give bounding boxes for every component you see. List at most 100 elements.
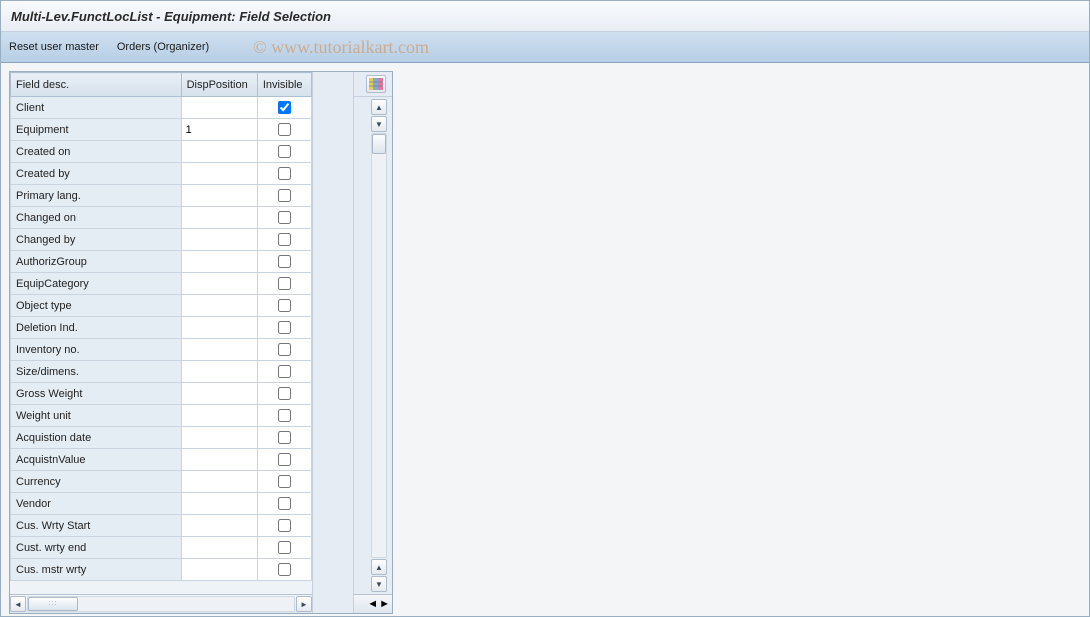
field-desc-cell[interactable]: AcquistnValue <box>11 449 182 471</box>
invisible-checkbox[interactable] <box>278 519 291 532</box>
table-row[interactable]: Currency <box>11 471 312 493</box>
invisible-checkbox[interactable] <box>278 233 291 246</box>
disp-position-input[interactable] <box>182 405 257 426</box>
col-field-desc[interactable]: Field desc. <box>11 73 182 97</box>
invisible-checkbox[interactable] <box>278 387 291 400</box>
disp-position-input[interactable] <box>182 163 257 184</box>
table-row[interactable]: Cus. mstr wrty <box>11 559 312 581</box>
invisible-checkbox[interactable] <box>278 189 291 202</box>
table-row[interactable]: Created by <box>11 163 312 185</box>
disp-position-input[interactable] <box>182 427 257 448</box>
invisible-checkbox[interactable] <box>278 277 291 290</box>
disp-position-input[interactable] <box>182 251 257 272</box>
scroll-right-alt-icon[interactable]: ► <box>379 598 390 610</box>
col-invisible[interactable]: Invisible <box>257 73 311 97</box>
scroll-left-icon[interactable]: ◄ <box>10 596 26 612</box>
col-disp-position[interactable]: DispPosition <box>181 73 257 97</box>
table-row[interactable]: Created on <box>11 141 312 163</box>
field-desc-cell[interactable]: Changed by <box>11 229 182 251</box>
field-desc-cell[interactable]: Equipment <box>11 119 182 141</box>
disp-position-input[interactable] <box>182 383 257 404</box>
disp-position-input[interactable] <box>182 229 257 250</box>
field-desc-cell[interactable]: Cust. wrty end <box>11 537 182 559</box>
table-row[interactable]: Inventory no. <box>11 339 312 361</box>
invisible-checkbox[interactable] <box>278 475 291 488</box>
disp-position-input[interactable] <box>182 471 257 492</box>
field-desc-cell[interactable]: Inventory no. <box>11 339 182 361</box>
v-scroll-thumb[interactable] <box>372 134 386 154</box>
disp-position-input[interactable] <box>182 317 257 338</box>
field-desc-cell[interactable]: Primary lang. <box>11 185 182 207</box>
invisible-checkbox[interactable] <box>278 431 291 444</box>
field-desc-cell[interactable]: Object type <box>11 295 182 317</box>
disp-position-input[interactable] <box>182 339 257 360</box>
disp-position-input[interactable] <box>182 493 257 514</box>
disp-position-input[interactable] <box>182 119 257 140</box>
invisible-checkbox[interactable] <box>278 365 291 378</box>
disp-position-input[interactable] <box>182 559 257 580</box>
v-scroll-track[interactable] <box>371 133 387 558</box>
field-desc-cell[interactable]: Currency <box>11 471 182 493</box>
table-row[interactable]: Cust. wrty end <box>11 537 312 559</box>
table-row[interactable]: Gross Weight <box>11 383 312 405</box>
table-row[interactable]: Primary lang. <box>11 185 312 207</box>
invisible-checkbox[interactable] <box>278 101 291 114</box>
field-desc-cell[interactable]: Deletion Ind. <box>11 317 182 339</box>
disp-position-input[interactable] <box>182 449 257 470</box>
invisible-checkbox[interactable] <box>278 497 291 510</box>
field-desc-cell[interactable]: Weight unit <box>11 405 182 427</box>
table-row[interactable]: AuthorizGroup <box>11 251 312 273</box>
disp-position-input[interactable] <box>182 185 257 206</box>
field-desc-cell[interactable]: Changed on <box>11 207 182 229</box>
table-row[interactable]: Size/dimens. <box>11 361 312 383</box>
table-row[interactable]: Acquistion date <box>11 427 312 449</box>
vertical-scrollbar[interactable]: ▲ ▼ ▲ ▼ <box>370 97 388 594</box>
disp-position-input[interactable] <box>182 141 257 162</box>
table-row[interactable]: Weight unit <box>11 405 312 427</box>
field-desc-cell[interactable]: AuthorizGroup <box>11 251 182 273</box>
field-desc-cell[interactable]: Acquistion date <box>11 427 182 449</box>
field-desc-cell[interactable]: Cus. Wrty Start <box>11 515 182 537</box>
table-settings-button[interactable] <box>366 75 386 93</box>
invisible-checkbox[interactable] <box>278 211 291 224</box>
field-desc-cell[interactable]: Created on <box>11 141 182 163</box>
scroll-up-step-icon[interactable]: ▲ <box>371 559 387 575</box>
disp-position-input[interactable] <box>182 295 257 316</box>
disp-position-input[interactable] <box>182 537 257 558</box>
invisible-checkbox[interactable] <box>278 321 291 334</box>
disp-position-input[interactable] <box>182 97 257 118</box>
invisible-checkbox[interactable] <box>278 299 291 312</box>
disp-position-input[interactable] <box>182 273 257 294</box>
invisible-checkbox[interactable] <box>278 123 291 136</box>
invisible-checkbox[interactable] <box>278 563 291 576</box>
invisible-checkbox[interactable] <box>278 541 291 554</box>
field-desc-cell[interactable]: EquipCategory <box>11 273 182 295</box>
field-desc-cell[interactable]: Client <box>11 97 182 119</box>
field-desc-cell[interactable]: Cus. mstr wrty <box>11 559 182 581</box>
field-desc-cell[interactable]: Size/dimens. <box>11 361 182 383</box>
orders-organizer-button[interactable]: Orders (Organizer) <box>117 41 209 53</box>
table-row[interactable]: Equipment <box>11 119 312 141</box>
table-row[interactable]: Cus. Wrty Start <box>11 515 312 537</box>
scroll-down-step-icon[interactable]: ▼ <box>371 116 387 132</box>
table-row[interactable]: EquipCategory <box>11 273 312 295</box>
invisible-checkbox[interactable] <box>278 167 291 180</box>
table-row[interactable]: AcquistnValue <box>11 449 312 471</box>
invisible-checkbox[interactable] <box>278 255 291 268</box>
h-scroll-track[interactable] <box>27 596 295 612</box>
field-desc-cell[interactable]: Created by <box>11 163 182 185</box>
scroll-right-icon[interactable]: ► <box>296 596 312 612</box>
disp-position-input[interactable] <box>182 361 257 382</box>
table-row[interactable]: Object type <box>11 295 312 317</box>
scroll-down-icon[interactable]: ▼ <box>371 576 387 592</box>
table-row[interactable]: Changed by <box>11 229 312 251</box>
scroll-left-alt-icon[interactable]: ◄ <box>367 598 378 610</box>
scroll-up-icon[interactable]: ▲ <box>371 99 387 115</box>
table-row[interactable]: Changed on <box>11 207 312 229</box>
field-desc-cell[interactable]: Vendor <box>11 493 182 515</box>
table-row[interactable]: Deletion Ind. <box>11 317 312 339</box>
disp-position-input[interactable] <box>182 515 257 536</box>
horizontal-scrollbar[interactable]: ◄ ► <box>10 594 312 613</box>
invisible-checkbox[interactable] <box>278 145 291 158</box>
disp-position-input[interactable] <box>182 207 257 228</box>
